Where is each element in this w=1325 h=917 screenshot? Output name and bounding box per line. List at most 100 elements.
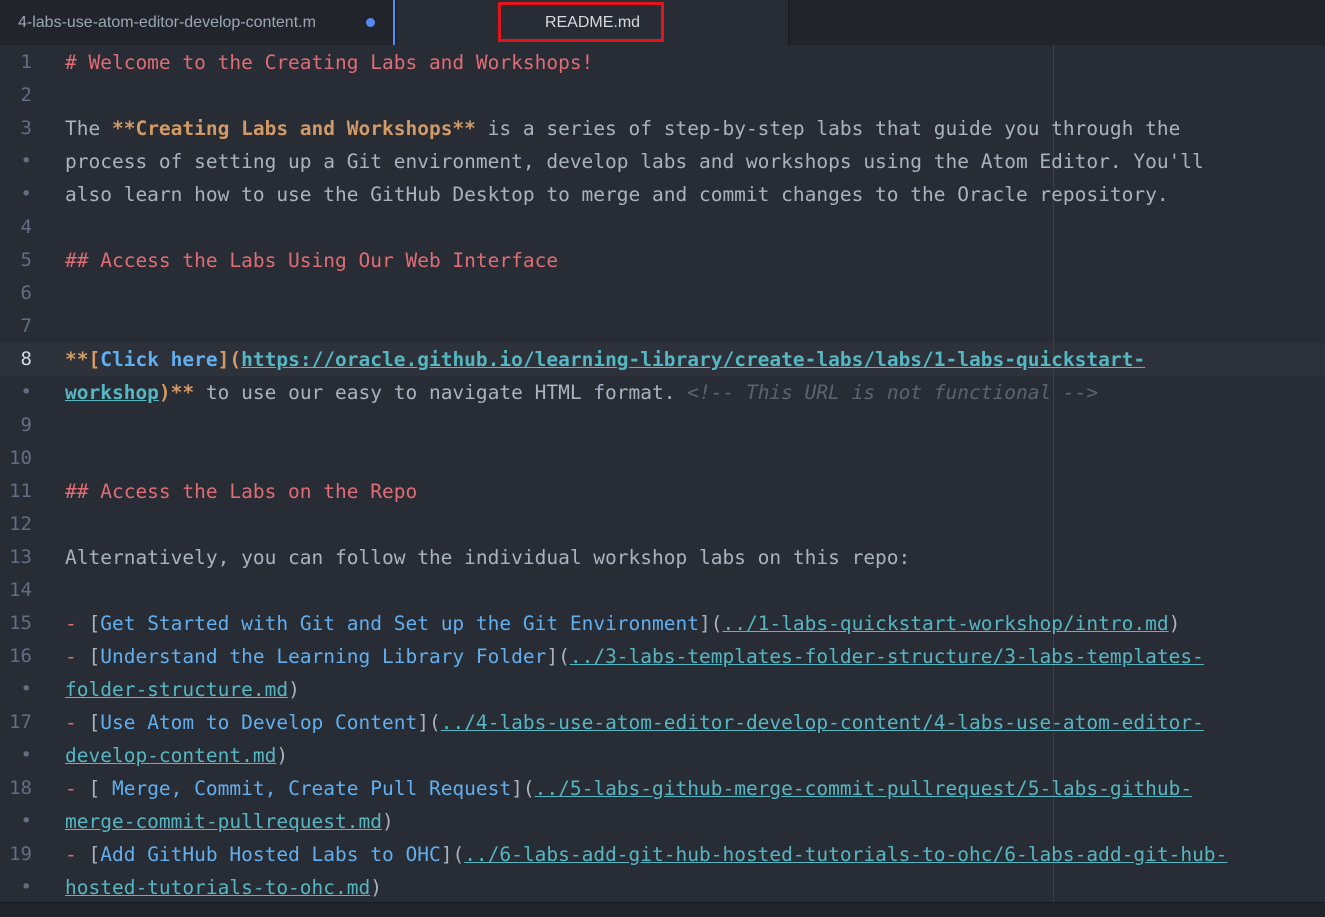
markdown-link-text: Add GitHub Hosted Labs to OHC [100, 843, 441, 866]
markdown-link-url[interactable]: ../3-labs-templates-folder-structure/3-l… [570, 645, 1204, 668]
line-number: 3 [20, 117, 32, 139]
code-line-wrapped: also learn how to use the GitHub Desktop… [65, 178, 1169, 211]
line-number: 9 [20, 414, 32, 436]
line-number: 11 [9, 480, 32, 502]
markdown-link-url[interactable]: folder-structure.md [65, 678, 288, 701]
tab-bar: 4-labs-use-atom-editor-develop-content.m… [0, 0, 1325, 45]
line-number: 5 [20, 249, 32, 271]
line-number: 19 [9, 843, 32, 865]
markdown-punctuation: ) [370, 876, 382, 899]
markdown-link-url[interactable]: hosted-tutorials-to-ohc.md [65, 876, 370, 899]
markdown-link-url[interactable]: https://oracle.github.io/learning-librar… [241, 348, 1145, 371]
markdown-heading: ## Access the Labs Using Our Web Interfa… [65, 249, 559, 272]
markdown-bold-marker: **[ [65, 348, 101, 371]
markdown-punctuation: [ [88, 711, 101, 734]
markdown-heading: # Welcome to the Creating Labs and Works… [65, 51, 594, 74]
tab-label: 4-labs-use-atom-editor-develop-content.m [18, 14, 316, 31]
line-number: 2 [20, 84, 32, 106]
line-number: 18 [9, 777, 32, 799]
markdown-bold-marker: )** [158, 381, 195, 404]
markdown-link-text: Get Started with Git and Set up the Git … [100, 612, 699, 635]
text: is a series of step-by-step labs that gu… [475, 117, 1181, 140]
markdown-link-text: Understand the Learning Library Folder [100, 645, 547, 668]
line-number: 4 [20, 216, 32, 238]
html-comment: <!-- This URL is not functional --> [687, 381, 1099, 404]
soft-wrap-marker: • [20, 150, 32, 172]
code-line-wrapped: develop-content.md) [65, 739, 288, 772]
code-line-wrapped: folder-structure.md) [65, 673, 300, 706]
code-line: The **Creating Labs and Workshops** is a… [65, 112, 1180, 145]
line-number-active: 8 [20, 348, 32, 370]
markdown-link-text: Use Atom to Develop Content [100, 711, 418, 734]
markdown-link-text: Merge, Commit, Create Pull Request [100, 777, 512, 800]
line-number: 6 [20, 282, 32, 304]
markdown-link-url[interactable]: develop-content.md [65, 744, 276, 767]
markdown-punctuation: [ [88, 777, 101, 800]
text: The [65, 117, 112, 140]
markdown-link-url[interactable]: ../4-labs-use-atom-editor-develop-conten… [441, 711, 1204, 734]
list-marker: - [65, 711, 89, 734]
list-marker: - [65, 843, 89, 866]
markdown-link-url[interactable]: ../6-labs-add-git-hub-hosted-tutorials-t… [464, 843, 1227, 866]
code-line: Alternatively, you can follow the indivi… [65, 541, 910, 574]
text: Alternatively, you can follow the indivi… [65, 546, 911, 569]
markdown-link-url[interactable]: workshop [65, 381, 159, 404]
markdown-punctuation: ]( [698, 612, 723, 635]
text: also learn how to use the GitHub Desktop… [65, 183, 1169, 206]
line-number: 7 [20, 315, 32, 337]
markdown-punctuation: ]( [217, 348, 242, 371]
markdown-link-url[interactable]: ../5-labs-github-merge-commit-pullreques… [535, 777, 1192, 800]
markdown-punctuation: [ [88, 843, 101, 866]
line-number: 17 [9, 711, 32, 733]
code-line-active: **[Click here](https://oracle.github.io/… [65, 343, 1145, 376]
markdown-bold: **Creating Labs and Workshops** [111, 117, 476, 140]
line-number: 1 [20, 51, 32, 73]
markdown-link-text: Click here [100, 348, 218, 371]
code-line-heading: # Welcome to the Creating Labs and Works… [65, 46, 593, 79]
tab-develop-content[interactable]: 4-labs-use-atom-editor-develop-content.m [0, 0, 395, 45]
list-marker: - [65, 777, 89, 800]
code-line-wrapped: merge-commit-pullrequest.md) [65, 805, 394, 838]
code-line-wrapped: hosted-tutorials-to-ohc.md) [65, 871, 382, 904]
list-item: - [Get Started with Git and Set up the G… [65, 607, 1180, 640]
list-item: - [ Merge, Commit, Create Pull Request](… [65, 772, 1192, 805]
markdown-punctuation: ]( [440, 843, 465, 866]
text-editor[interactable]: 1 2 3 • • 4 5 6 7 8 • 9 10 11 12 13 14 1… [0, 45, 1325, 902]
line-number: 13 [9, 546, 32, 568]
soft-wrap-marker: • [20, 381, 32, 403]
code-line-wrapped: workshop)** to use our easy to navigate … [65, 376, 1098, 409]
text: process of setting up a Git environment,… [65, 150, 1204, 173]
modified-indicator-icon [366, 18, 375, 27]
markdown-punctuation: ) [276, 744, 289, 767]
text: to use our easy to navigate HTML format. [194, 381, 688, 404]
tab-label: README.md [544, 14, 641, 31]
soft-wrap-marker: • [20, 678, 32, 700]
markdown-punctuation: ]( [546, 645, 570, 668]
markdown-punctuation: [ [88, 612, 101, 635]
list-item: - [Use Atom to Develop Content](../4-lab… [65, 706, 1204, 739]
code-line-heading: ## Access the Labs on the Repo [65, 475, 417, 508]
code-line-wrapped: process of setting up a Git environment,… [65, 145, 1204, 178]
line-number: 15 [9, 612, 32, 634]
markdown-punctuation: ]( [417, 711, 441, 734]
markdown-punctuation: ) [381, 810, 394, 833]
tab-readme[interactable]: README.md [397, 0, 789, 45]
line-number: 12 [9, 513, 32, 535]
markdown-punctuation: ) [1168, 612, 1181, 635]
markdown-link-url[interactable]: ../1-labs-quickstart-workshop/intro.md [722, 612, 1168, 635]
soft-wrap-marker: • [20, 183, 32, 205]
markdown-punctuation: ) [288, 678, 300, 701]
line-number: 10 [9, 447, 32, 469]
markdown-heading: ## Access the Labs on the Repo [65, 480, 418, 503]
markdown-punctuation: ]( [511, 777, 535, 800]
soft-wrap-marker: • [20, 876, 32, 898]
list-marker: - [65, 612, 89, 635]
list-item: - [Add GitHub Hosted Labs to OHC](../6-l… [65, 838, 1227, 871]
soft-wrap-marker: • [20, 744, 32, 766]
markdown-link-url[interactable]: merge-commit-pullrequest.md [65, 810, 382, 833]
list-marker: - [65, 645, 89, 668]
soft-wrap-marker: • [20, 810, 32, 832]
line-number: 16 [9, 645, 32, 667]
markdown-punctuation: [ [88, 645, 101, 668]
code-line-heading: ## Access the Labs Using Our Web Interfa… [65, 244, 558, 277]
